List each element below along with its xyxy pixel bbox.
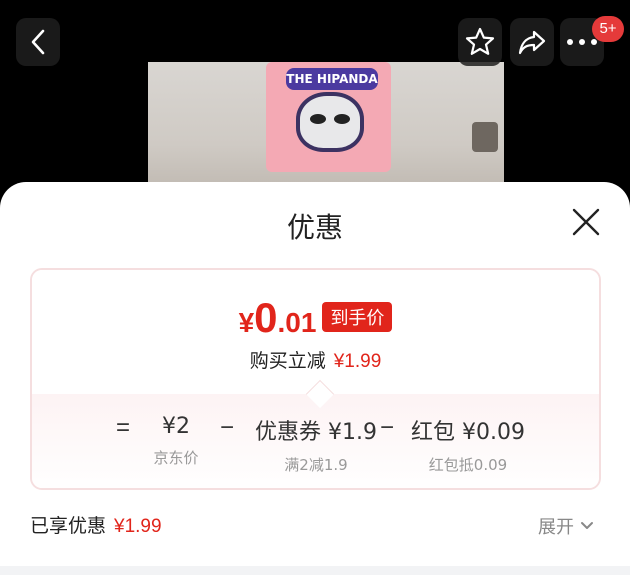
formula-item-label: 满2减1.9	[284, 456, 348, 474]
expand-button[interactable]: 展开	[538, 513, 594, 539]
bottom-divider	[0, 566, 630, 575]
final-price-tag: 到手价	[322, 302, 393, 332]
final-price-row: ¥0.01 到手价	[32, 294, 599, 344]
formula-item-label: 红包抵0.09	[428, 456, 508, 474]
cup	[472, 122, 498, 152]
more-dots-icon	[567, 39, 597, 45]
chevron-left-icon	[31, 29, 45, 55]
discount-sheet: 优惠 ¥0.01 到手价 购买立减 ¥1.99 = ¥2 京东价 − 优惠券 ¥1.…	[0, 182, 630, 575]
product-image: THE HIPANDA	[148, 62, 504, 200]
panda-eye	[310, 114, 326, 124]
star-icon	[465, 27, 495, 55]
enjoyed-discount-summary: 已享优惠 ¥1.99	[30, 511, 162, 538]
price-formula: = ¥2 京东价 − 优惠券 ¥1.9 满2减1.9 − 红包 ¥0.09 红包…	[32, 414, 599, 474]
favorite-button[interactable]	[458, 18, 502, 66]
share-button[interactable]	[510, 18, 554, 66]
price-currency: ¥	[238, 307, 255, 338]
minus-sign: −	[380, 414, 395, 441]
back-button[interactable]	[16, 18, 60, 66]
expand-label: 展开	[538, 517, 574, 538]
panda-graphic	[296, 92, 364, 152]
top-bar: THE HIPANDA 5+	[0, 0, 630, 200]
enjoyed-discount-label: 已享优惠	[30, 515, 107, 537]
price-integer: 0	[254, 294, 278, 341]
formula-item-value: 红包 ¥0.09	[411, 420, 525, 445]
instant-discount-label: 购买立减	[249, 350, 326, 372]
instant-discount-value: ¥1.99	[333, 351, 382, 372]
instant-discount-line: 购买立减 ¥1.99	[32, 346, 599, 373]
equals-sign: =	[116, 414, 131, 441]
enjoyed-discount-value: ¥1.99	[114, 516, 162, 537]
sheet-title: 优惠	[286, 211, 343, 244]
formula-item-value: 优惠券 ¥1.9	[255, 420, 377, 445]
chevron-down-icon	[581, 522, 593, 529]
shirt-print-text: THE HIPANDA	[286, 68, 378, 90]
price-decimal: .01	[277, 307, 317, 338]
share-icon	[518, 30, 546, 55]
formula-item-coupon: 优惠券 ¥1.9 满2减1.9	[246, 414, 386, 475]
formula-item-red-packet: 红包 ¥0.09 红包抵0.09	[408, 414, 528, 475]
price-breakdown-card: ¥0.01 到手价 购买立减 ¥1.99 = ¥2 京东价 − 优惠券 ¥1.9 满…	[30, 268, 601, 490]
formula-item-jd-price: ¥2 京东价	[140, 414, 212, 468]
notification-badge: 5+	[592, 16, 624, 42]
final-price: ¥0.01	[239, 294, 317, 342]
card-top: ¥0.01 到手价 购买立减 ¥1.99	[32, 270, 599, 394]
close-button[interactable]	[570, 206, 602, 238]
formula-item-label: 京东价	[153, 449, 199, 467]
panda-eye	[334, 114, 350, 124]
formula-item-value: ¥2	[162, 414, 190, 439]
close-icon	[572, 208, 600, 236]
minus-sign: −	[220, 414, 235, 441]
